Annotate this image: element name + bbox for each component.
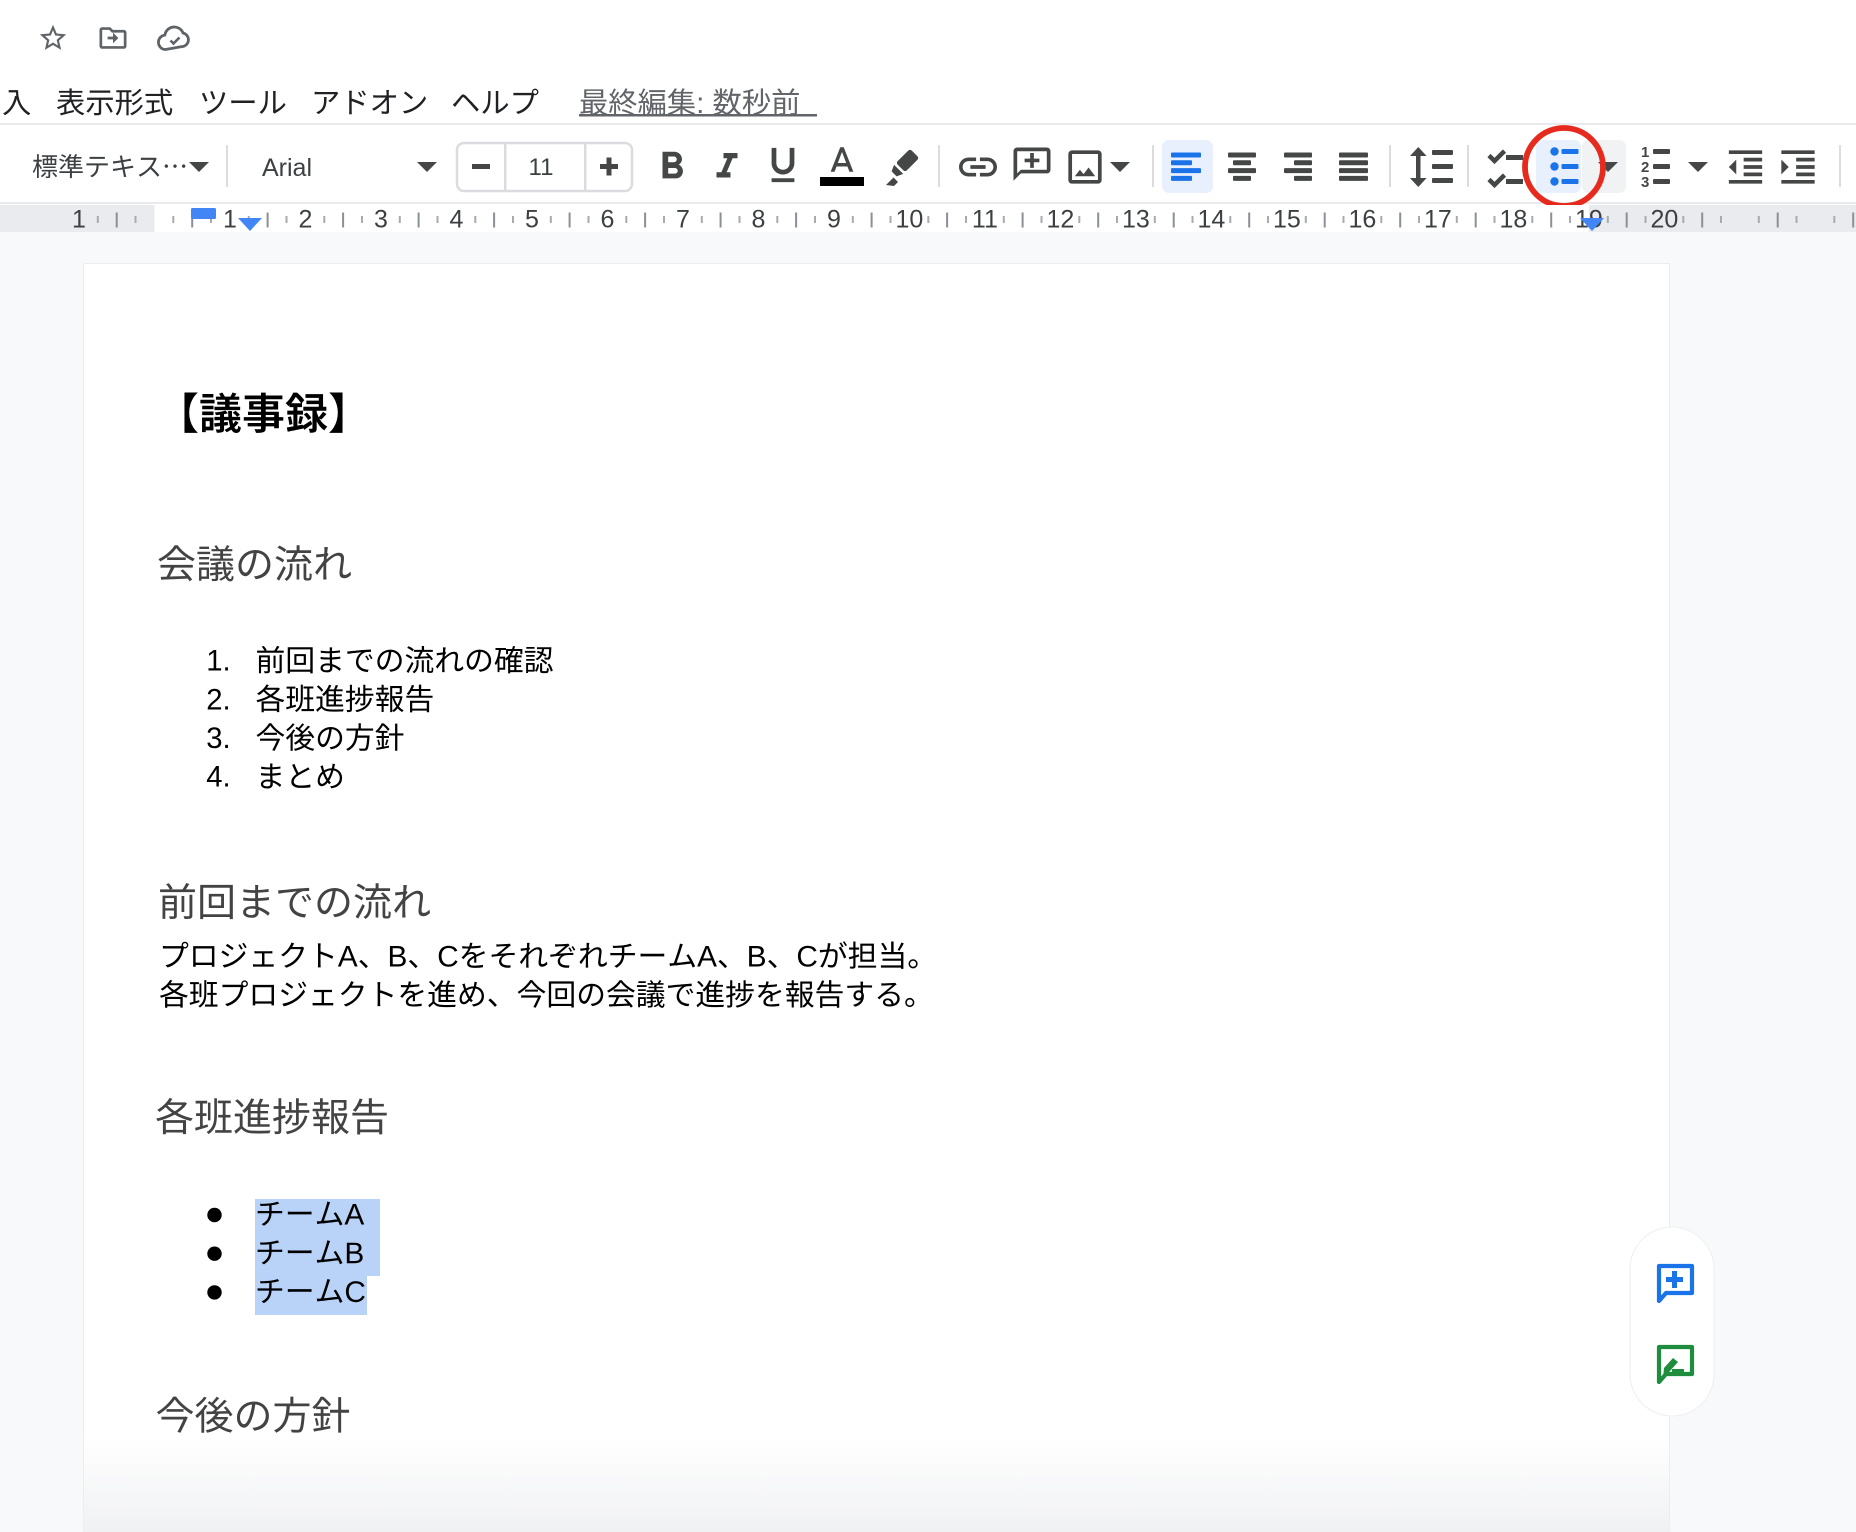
svg-text:11: 11: [972, 206, 998, 234]
svg-text:1: 1: [72, 206, 86, 234]
svg-text:15: 15: [1273, 206, 1301, 234]
svg-text:12: 12: [1046, 206, 1074, 234]
svg-text:14: 14: [1197, 206, 1225, 234]
svg-text:17: 17: [1424, 206, 1452, 234]
svg-text:10: 10: [895, 206, 923, 234]
svg-text:16: 16: [1348, 206, 1376, 234]
svg-text:8: 8: [751, 206, 765, 234]
svg-text:20: 20: [1650, 206, 1678, 234]
svg-text:7: 7: [676, 206, 690, 234]
svg-text:2: 2: [298, 206, 312, 234]
svg-text:6: 6: [600, 206, 614, 234]
svg-text:13: 13: [1122, 206, 1150, 234]
svg-text:1: 1: [223, 206, 237, 234]
svg-text:3: 3: [374, 206, 388, 234]
svg-text:19: 19: [1575, 206, 1603, 234]
svg-text:18: 18: [1499, 206, 1527, 234]
svg-text:5: 5: [525, 206, 539, 234]
svg-text:9: 9: [827, 206, 841, 234]
svg-text:4: 4: [449, 206, 463, 234]
